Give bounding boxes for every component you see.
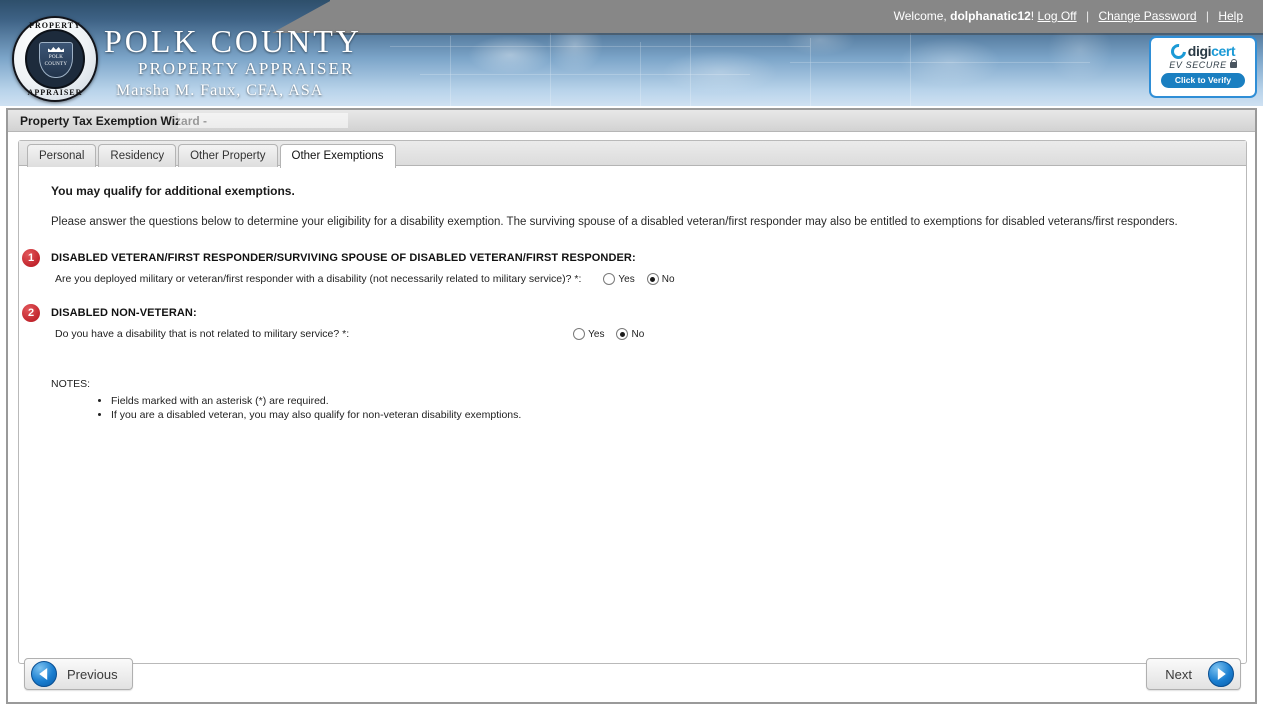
agency-title-block: POLK COUNTY PROPERTY APPRAISER Marsha M.… — [104, 24, 362, 102]
digicert-swirl-icon — [1167, 40, 1189, 62]
tab-personal[interactable]: Personal — [27, 144, 97, 167]
digicert-seal-badge[interactable]: digicert EV SECURE Click to Verify — [1149, 36, 1257, 98]
question-block-1: 1 DISABLED VETERAN/FIRST RESPONDER/SURVI… — [22, 249, 1228, 285]
arrow-right-icon — [1208, 661, 1234, 687]
wizard-frame: Property Tax Exemption Wizard - Personal… — [6, 108, 1257, 704]
digicert-tagline-row: EV SECURE — [1151, 59, 1255, 70]
question-1-radio-group: Yes No — [603, 273, 675, 285]
question-2-radio-group: Yes No — [573, 328, 644, 340]
agency-department: PROPERTY APPRAISER — [138, 59, 355, 78]
step-badge-2: 2 — [22, 304, 40, 322]
tab-content-other-exemptions: You may qualify for additional exemption… — [19, 166, 1246, 663]
step-badge-1: 1 — [22, 249, 40, 267]
question-1-option-no[interactable]: No — [646, 273, 675, 285]
lock-icon — [1229, 59, 1238, 68]
radio-icon-no-2[interactable] — [616, 328, 629, 340]
radio-icon-no-1[interactable] — [646, 273, 659, 285]
question-1-row: Are you deployed military or veteran/fir… — [51, 273, 1228, 285]
digicert-tagline: EV SECURE — [1169, 60, 1227, 70]
radio-icon-yes-1[interactable] — [603, 273, 616, 285]
digicert-brand-row: digicert — [1151, 40, 1255, 62]
title-highlight-block — [178, 113, 348, 128]
note-item-1: Fields marked with an asterisk (*) are r… — [111, 394, 1228, 408]
question-block-2: 2 DISABLED NON-VETERAN: Do you have a di… — [22, 304, 1228, 340]
seal-inner-disc: POLK COUNTY — [25, 29, 85, 89]
question-2-row: Do you have a disability that is not rel… — [51, 328, 1228, 340]
question-2-heading: DISABLED NON-VETERAN: — [51, 307, 197, 319]
note-item-2: If you are a disabled veteran, you may a… — [111, 408, 1228, 422]
question-2-no-label: No — [631, 329, 645, 340]
previous-button-label: Previous — [67, 666, 118, 682]
intro-paragraph: Please answer the questions below to det… — [51, 216, 1178, 228]
digicert-brand-part2: cert — [1211, 43, 1236, 59]
welcome-bar: Welcome, dolphanatic12! Log Off | Change… — [894, 0, 1243, 33]
username-label: dolphanatic12 — [950, 9, 1031, 23]
wizard-tabs: Personal Residency Other Property Other Exe… — [19, 141, 1246, 168]
welcome-suffix: ! — [1030, 9, 1035, 23]
arrow-left-icon — [31, 661, 57, 687]
question-1-heading: DISABLED VETERAN/FIRST RESPONDER/SURVIVI… — [51, 252, 636, 264]
tab-other-property[interactable]: Other Property — [178, 144, 278, 167]
site-header: Welcome, dolphanatic12! Log Off | Change… — [0, 0, 1263, 106]
notes-list: Fields marked with an asterisk (*) are r… — [37, 394, 1228, 422]
question-2-yes-label: Yes — [588, 329, 605, 340]
digicert-brand-text: digicert — [1187, 43, 1236, 59]
change-password-link[interactable]: Change Password — [1098, 9, 1196, 23]
shield-line-1: POLK — [48, 55, 64, 60]
help-link[interactable]: Help — [1218, 9, 1243, 23]
separator-2: | — [1205, 9, 1209, 23]
shield-line-2: COUNTY — [44, 62, 68, 67]
next-button-label: Next — [1165, 666, 1192, 682]
question-1-label: Are you deployed military or veteran/fir… — [55, 273, 582, 285]
question-2-option-no[interactable]: No — [616, 328, 644, 340]
shield-icon: POLK COUNTY — [39, 42, 73, 78]
seal-arc-bottom-text: APPRAISER — [27, 88, 83, 97]
qualify-heading: You may qualify for additional exemption… — [51, 184, 295, 198]
click-to-verify-button[interactable]: Click to Verify — [1161, 73, 1245, 88]
welcome-text: Welcome, — [893, 9, 951, 23]
page-title: Property Tax Exemption Wizard - — [8, 110, 1255, 132]
polk-county-seal-logo[interactable]: PROPERTY APPRAISER POLK COUNTY — [12, 16, 98, 102]
log-off-link[interactable]: Log Off — [1037, 9, 1076, 23]
radio-icon-yes-2[interactable] — [573, 328, 586, 340]
previous-button[interactable]: Previous — [24, 658, 133, 690]
digicert-brand-part1: digi — [1187, 43, 1212, 59]
next-button[interactable]: Next — [1146, 658, 1241, 690]
separator-1: | — [1085, 9, 1090, 23]
wizard-navigation: Previous Next — [8, 658, 1255, 694]
tab-other-exemptions[interactable]: Other Exemptions — [279, 144, 396, 168]
question-1-option-yes[interactable]: Yes — [603, 273, 635, 285]
wizard-panel: Personal Residency Other Property Other Exe… — [18, 140, 1247, 664]
question-2-option-yes[interactable]: Yes — [573, 328, 604, 340]
notes-heading: NOTES: — [51, 378, 91, 390]
question-1-yes-label: Yes — [618, 274, 635, 285]
question-1-no-label: No — [661, 274, 675, 285]
header-map-lines — [390, 28, 1263, 106]
appraiser-name: Marsha M. Faux, CFA, ASA — [116, 82, 324, 99]
crown-icon — [48, 47, 64, 52]
agency-name: POLK COUNTY — [104, 23, 362, 59]
tab-residency[interactable]: Residency — [98, 144, 177, 167]
question-2-label: Do you have a disability that is not rel… — [55, 328, 350, 340]
